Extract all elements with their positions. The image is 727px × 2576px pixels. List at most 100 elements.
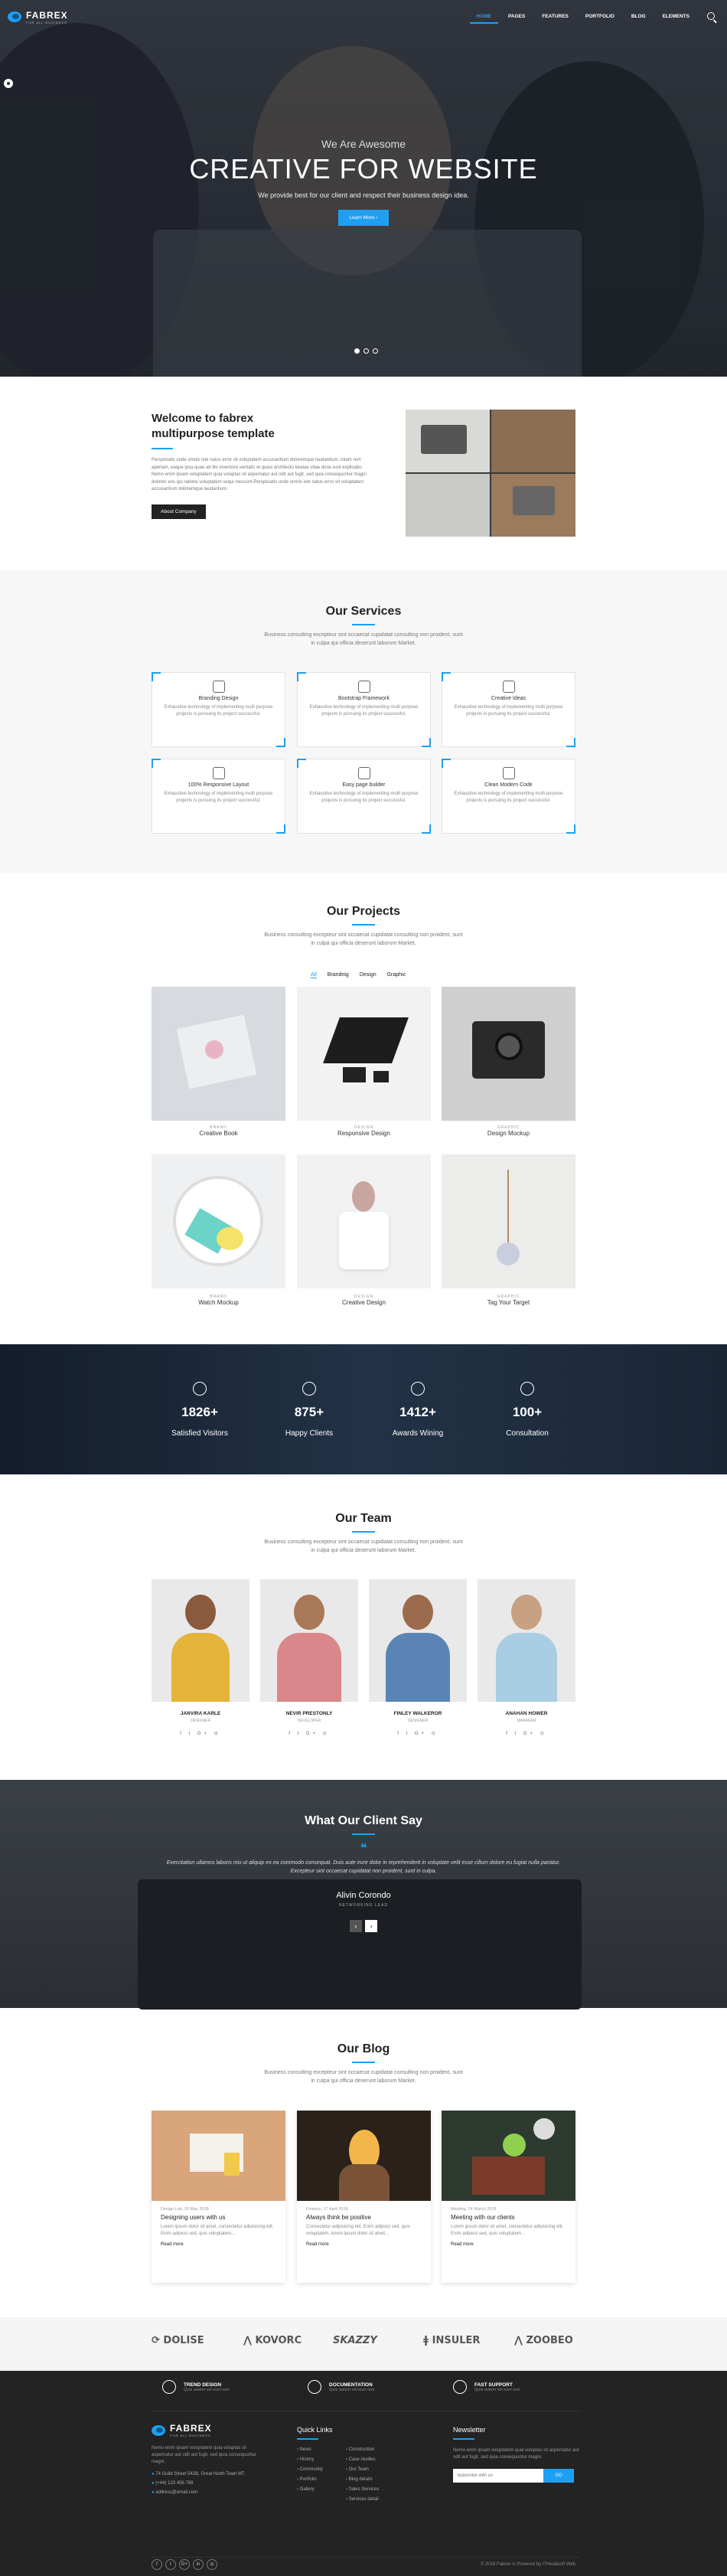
slider-dot[interactable] [364, 348, 369, 354]
google-plus-icon[interactable]: G+ [179, 2559, 190, 2570]
footer-link[interactable]: › Gallery [297, 2487, 323, 2497]
avatar[interactable] [369, 1579, 467, 1702]
logo-subtext: FOR ALL BUSINESS [170, 2434, 211, 2437]
project-image[interactable] [152, 1154, 285, 1288]
member-social-icons[interactable]: f t G+ ⊙ [369, 1731, 467, 1736]
settings-toggle-icon[interactable] [4, 79, 13, 88]
footer-link[interactable]: › Construction [346, 2447, 379, 2457]
prev-arrow-icon[interactable]: ‹ [350, 1920, 362, 1932]
footer-link[interactable]: › Case studies [346, 2457, 379, 2467]
nav-item-features[interactable]: FEATURES [535, 11, 575, 24]
nav-item-portfolio[interactable]: PORTFOLIO [579, 11, 621, 24]
partner-logo[interactable]: ǂ INSULER [423, 2335, 480, 2346]
facebook-icon[interactable]: f [152, 2559, 162, 2570]
avatar[interactable] [260, 1579, 358, 1702]
service-card[interactable]: Creative Ideas Exhaustive technology of i… [442, 672, 575, 747]
footer-link[interactable]: › Blog details [346, 2477, 379, 2487]
project-name[interactable]: Creative Book [152, 1130, 285, 1137]
filter-all[interactable]: All [311, 972, 317, 978]
service-card[interactable]: Easy page builder Exhaustive technology o… [297, 759, 431, 834]
newsletter-email-input[interactable] [453, 2468, 543, 2483]
partner-logo[interactable]: ⋀ ZOOBEO [514, 2335, 573, 2346]
linkedin-icon[interactable]: in [193, 2559, 204, 2570]
welcome-title-line2: multipurpose template [152, 427, 275, 440]
read-more-link[interactable]: Read more [442, 2238, 575, 2247]
service-title: 100% Responsive Layout [187, 782, 249, 788]
nav-menu: HOME PAGES FEATURES PORTFOLIO BLOG ELEME… [469, 11, 696, 24]
footer-link[interactable]: › Portfolio [297, 2477, 323, 2487]
project-name[interactable]: Design Mockup [442, 1130, 575, 1137]
member-role: DESIGNER [190, 1719, 211, 1723]
learn-more-button[interactable]: Learn More › [338, 210, 389, 226]
project-image[interactable] [442, 1154, 575, 1288]
instagram-icon[interactable]: ◎ [207, 2559, 217, 2570]
project-name[interactable]: Creative Design [297, 1299, 431, 1306]
read-more-link[interactable]: Read more [297, 2238, 431, 2247]
partner-logo[interactable]: ⋀ KOVORC [243, 2335, 302, 2346]
blog-card[interactable]: Meeting, 24 March 2018 Meeting with our … [442, 2111, 575, 2283]
copyright-text: © 2018 Fabrex is Powered by ITHeadsoft W… [480, 2562, 575, 2567]
service-card[interactable]: Clean Modern Code Exhaustive technology o… [442, 759, 575, 834]
user-icon [193, 1382, 207, 1396]
logo-text: FABREX [26, 9, 68, 21]
service-title: Bootstrap Framework [338, 696, 390, 701]
member-social-icons[interactable]: f t G+ ⊙ [260, 1731, 358, 1736]
footer-logo[interactable]: FABREX FOR ALL BUSINESS [152, 2423, 266, 2437]
member-role: DEVELOPER [297, 1719, 321, 1723]
project-name[interactable]: Watch Mockup [152, 1299, 285, 1306]
logo-icon [152, 2424, 165, 2436]
blog-post-title[interactable]: Designing users with us [152, 2212, 285, 2221]
footer-email[interactable]: address@email.com [155, 2490, 197, 2495]
map-pin-icon: ● [152, 2472, 155, 2476]
slider-dot[interactable] [354, 348, 360, 354]
footer-link[interactable]: › Services detail [346, 2497, 379, 2507]
footer-link[interactable]: › Our Team [346, 2467, 379, 2477]
nav-item-blog[interactable]: BLOG [624, 11, 653, 24]
service-card[interactable]: Branding Design Exhaustive technology of … [152, 672, 285, 747]
nav-item-home[interactable]: HOME [469, 11, 499, 24]
footer-link[interactable]: › Community [297, 2467, 323, 2477]
filter-branding[interactable]: Brandnig [328, 972, 349, 978]
project-name[interactable]: Responsive Design [297, 1130, 431, 1137]
about-company-button[interactable]: About Company [152, 504, 206, 519]
service-card[interactable]: Bootstrap Framework Exhaustive technology… [297, 672, 431, 747]
service-desc: Exhaustive technology of implementing mu… [454, 705, 563, 717]
project-name[interactable]: Tag Your Target [442, 1299, 575, 1306]
newsletter-submit-button[interactable]: GO [543, 2468, 574, 2483]
team-member: ANAHAN HOWER MANAGER f t G+ ⊙ [478, 1579, 575, 1736]
logo[interactable]: FABREX FOR ALL BUSINESS [8, 10, 68, 24]
blog-post-title[interactable]: Always think be positive [297, 2212, 431, 2221]
filter-graphic[interactable]: Graphic [387, 972, 406, 978]
footer-link[interactable]: › History [297, 2457, 323, 2467]
slider-dot[interactable] [373, 348, 378, 354]
footer-link[interactable]: › Sales Services [346, 2487, 379, 2497]
avatar[interactable] [478, 1579, 575, 1702]
partner-logo[interactable]: ⟳ DOLISE [152, 2335, 204, 2346]
project-image[interactable] [297, 987, 431, 1121]
search-icon[interactable] [707, 12, 715, 20]
project-image[interactable] [297, 1154, 431, 1288]
nav-item-elements[interactable]: ELEMENTS [656, 11, 696, 24]
service-card[interactable]: 100% Responsive Layout Exhaustive technol… [152, 759, 285, 834]
counter-consultation: 100+ Consultation [470, 1382, 585, 1438]
blog-card[interactable]: Finance, 17 April 2018 Always think be p… [297, 2111, 431, 2283]
twitter-icon[interactable]: t [165, 2559, 176, 2570]
blog-post-title[interactable]: Meeting with our clients [442, 2212, 575, 2221]
project-image[interactable] [442, 987, 575, 1121]
avatar[interactable] [152, 1579, 249, 1702]
member-social-icons[interactable]: f t G+ ⊙ [152, 1731, 249, 1736]
footer-about: FABREX FOR ALL BUSINESS Nemo enim ipsam v… [152, 2423, 266, 2495]
blog-card[interactable]: Design Lab, 20 May 2018 Designing users … [152, 2111, 285, 2283]
next-arrow-icon[interactable]: › [365, 1920, 377, 1932]
nav-item-pages[interactable]: PAGES [501, 11, 532, 24]
partner-logo[interactable]: SKAZZY [333, 2335, 377, 2346]
filter-design[interactable]: Design [360, 972, 377, 978]
feature-desc: Quis autem vel eum iure [474, 2387, 520, 2392]
project-caption: BRAND Watch Mockup [152, 1295, 285, 1306]
counter-label: Awards Wining [392, 1429, 444, 1438]
read-more-link[interactable]: Read more [152, 2238, 285, 2247]
project-image[interactable] [152, 987, 285, 1121]
footer-link[interactable]: › News [297, 2447, 323, 2457]
member-social-icons[interactable]: f t G+ ⊙ [478, 1731, 575, 1736]
layers-icon [357, 681, 370, 693]
